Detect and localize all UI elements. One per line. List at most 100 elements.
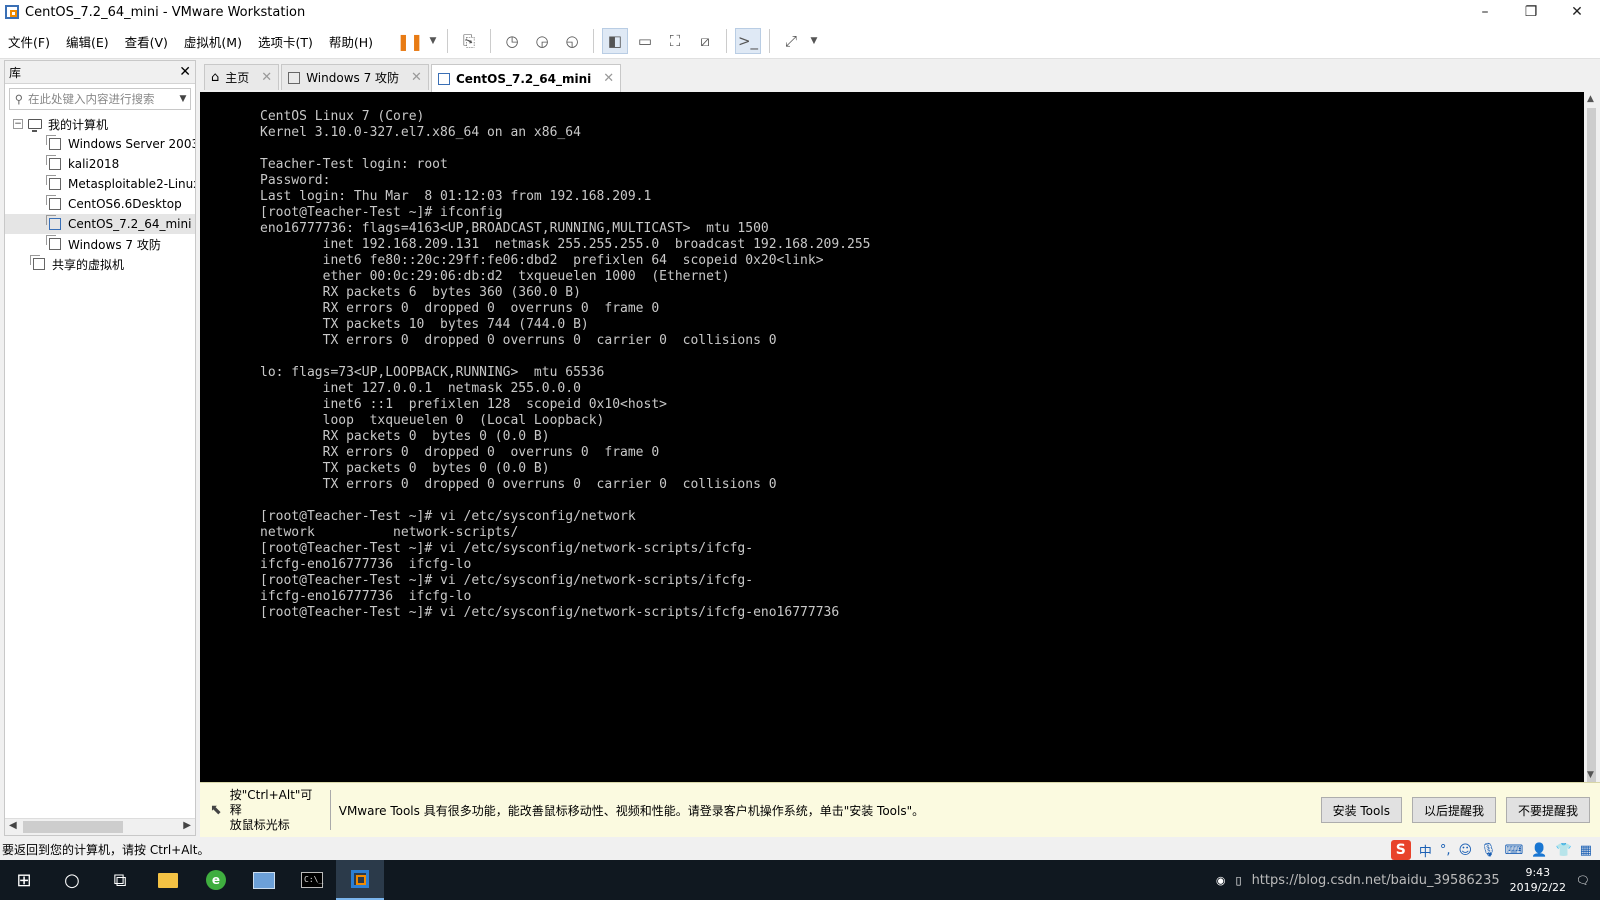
vm-icon [46, 195, 61, 210]
vmware-tools-notification: ⬉ 按"Ctrl+Alt"可释 放鼠标光标 VMware Tools 具有很多功… [200, 782, 1600, 837]
tab-close-icon[interactable]: ✕ [603, 71, 614, 86]
scroll-down-icon[interactable]: ▼ [1587, 770, 1594, 780]
tree-node-vm[interactable]: Metasploitable2-Linux [5, 174, 195, 194]
close-button[interactable]: ✕ [1554, 0, 1600, 24]
vm-icon [46, 235, 61, 250]
menu-bar: 文件(F) 编辑(E) 查看(V) 虚拟机(M) 选项卡(T) 帮助(H) ❚❚… [0, 24, 1600, 59]
punctuation-icon[interactable]: °, [1440, 843, 1451, 858]
microphone-icon[interactable]: 🎙 [1480, 843, 1497, 858]
keyboard-icon[interactable]: ⌨ [1505, 843, 1524, 858]
scroll-right-icon[interactable]: ▶ [183, 820, 191, 831]
tree-node-my-computer[interactable]: − 我的计算机 [5, 114, 195, 134]
tree-node-vm-selected[interactable]: CentOS_7.2_64_mini [5, 214, 195, 234]
stretch-dropdown-icon[interactable]: ▼ [808, 28, 820, 54]
library-close-icon[interactable]: ✕ [179, 64, 191, 80]
scrollbar-thumb[interactable] [1587, 108, 1596, 788]
vm-icon [46, 135, 61, 150]
remind-later-button[interactable]: 以后提醒我 [1411, 797, 1496, 823]
tab-windows7[interactable]: Windows 7 攻防 ✕ [281, 64, 429, 90]
notification-center-icon[interactable]: 🗨 [1576, 874, 1590, 887]
tab-strip: ⌂ 主页 ✕ Windows 7 攻防 ✕ CentOS_7.2_64_mini… [204, 64, 623, 92]
grid-icon[interactable]: ▦ [1580, 843, 1592, 858]
toolbar-divider [726, 29, 728, 53]
tab-home[interactable]: ⌂ 主页 ✕ [204, 64, 280, 90]
vm-tree: − 我的计算机 Windows Server 2003 kali2018 Met… [5, 114, 195, 274]
minimize-button[interactable]: – [1462, 0, 1508, 24]
skin-icon[interactable]: 👕 [1556, 843, 1572, 858]
pause-icon[interactable]: ❚❚ [397, 28, 424, 54]
task-view-icon[interactable]: ⧉ [96, 860, 144, 900]
snapshot-icon[interactable]: ◷ [499, 28, 525, 54]
tab-close-icon[interactable]: ✕ [411, 70, 422, 85]
search-icon[interactable]: ○ [48, 860, 96, 900]
status-text: 要返回到您的计算机，请按 Ctrl+Alt。 [2, 842, 210, 857]
tree-label: 共享的虚拟机 [52, 257, 125, 272]
menu-view[interactable]: 查看(V) [117, 32, 176, 51]
show-library-icon[interactable]: ◧ [602, 28, 629, 54]
console-vertical-scrollbar[interactable]: ▲ ▼ [1584, 92, 1600, 788]
scroll-left-icon[interactable]: ◀ [9, 820, 17, 831]
revert-snapshot-icon[interactable]: ◶ [529, 28, 555, 54]
windows-start-icon[interactable]: ⊞ [0, 860, 48, 900]
tab-close-icon[interactable]: ✕ [261, 70, 272, 85]
user-icon[interactable]: 👤 [1531, 843, 1547, 858]
vm-console[interactable]: CentOS Linux 7 (Core) Kernel 3.10.0-327.… [200, 92, 1584, 782]
system-tray: ◉ ▯ https://blog.csdn.net/baidu_39586235… [1216, 860, 1590, 900]
clock[interactable]: 9:43 2019/2/22 [1510, 865, 1566, 895]
never-remind-button[interactable]: 不要提醒我 [1505, 797, 1590, 823]
vm-running-icon [46, 215, 61, 230]
collapse-icon[interactable]: − [13, 119, 23, 129]
browser-icon[interactable]: e [192, 860, 240, 900]
scroll-up-icon[interactable]: ▲ [1587, 94, 1594, 104]
tree-node-vm[interactable]: Windows 7 攻防 [5, 234, 195, 254]
send-ctrl-alt-del-icon[interactable]: ⎘ [456, 28, 482, 54]
library-header: 库 ✕ [5, 61, 195, 84]
snapshot-manager-icon[interactable]: ◵ [559, 28, 585, 54]
window-controls: – ❐ ✕ [1462, 0, 1600, 24]
window-title: CentOS_7.2_64_mini - VMware Workstation [25, 4, 306, 20]
vm-icon [288, 71, 301, 84]
search-icon: ⚲ [14, 92, 24, 106]
menu-edit[interactable]: 编辑(E) [58, 32, 117, 51]
tree-label: CentOS6.6Desktop [68, 197, 182, 211]
ime-mode-label[interactable]: 中 [1419, 841, 1432, 860]
menu-tabs[interactable]: 选项卡(T) [250, 32, 321, 51]
tree-node-vm[interactable]: CentOS6.6Desktop [5, 194, 195, 214]
scrollbar-thumb[interactable] [23, 821, 123, 833]
tree-node-vm[interactable]: kali2018 [5, 154, 195, 174]
tab-label: 主页 [225, 71, 250, 85]
hint-line: 按"Ctrl+Alt"可释 [229, 787, 313, 817]
menu-vm[interactable]: 虚拟机(M) [176, 32, 250, 51]
library-panel: 库 ✕ ⚲ 在此处键入内容进行搜索 ▼ − 我的计算机 Windows Serv… [4, 60, 196, 836]
ime-toolbar: S 中 °, ☺ 🎙 ⌨ 👤 👕 ▦ [1390, 840, 1592, 860]
library-search-input[interactable]: ⚲ 在此处键入内容进行搜索 ▼ [9, 88, 191, 110]
status-bar: 要返回到您的计算机，请按 Ctrl+Alt。 [0, 838, 1600, 860]
vm-icon [46, 155, 61, 170]
tree-node-shared-vms[interactable]: 共享的虚拟机 [9, 254, 195, 274]
menu-file[interactable]: 文件(F) [0, 32, 58, 51]
file-explorer-icon[interactable] [144, 860, 192, 900]
library-horizontal-scrollbar[interactable]: ◀ ▶ [5, 818, 195, 835]
menu-help[interactable]: 帮助(H) [321, 32, 381, 51]
tree-node-vm[interactable]: Windows Server 2003 [5, 134, 195, 154]
terminal-icon[interactable]: C:\_ [288, 860, 336, 900]
unity-icon[interactable]: ⧄ [692, 28, 718, 54]
sogou-ime-icon[interactable]: S [1390, 840, 1411, 860]
stretch-guest-icon[interactable]: ⤢ [778, 28, 804, 54]
battery-icon[interactable]: ▯ [1236, 874, 1242, 887]
console-output: CentOS Linux 7 (Core) Kernel 3.10.0-327.… [260, 109, 871, 620]
install-tools-button[interactable]: 安装 Tools [1320, 797, 1402, 823]
full-screen-icon[interactable]: ⛶ [662, 28, 688, 54]
vmware-taskbar-icon[interactable] [336, 860, 384, 900]
chevron-down-icon[interactable]: ▼ [176, 94, 190, 104]
tray-app-icon[interactable]: ◉ [1216, 874, 1226, 887]
pause-dropdown-icon[interactable]: ▼ [427, 28, 439, 54]
tab-centos[interactable]: CentOS_7.2_64_mini ✕ [430, 64, 622, 92]
remote-desktop-icon[interactable] [240, 860, 288, 900]
maximize-button[interactable]: ❐ [1508, 0, 1554, 24]
thumbnail-bar-icon[interactable]: ▭ [632, 28, 658, 54]
toolbar-divider [769, 29, 771, 53]
console-view-icon[interactable]: >_ [735, 28, 762, 54]
home-icon: ⌂ [211, 70, 220, 85]
emoji-icon[interactable]: ☺ [1458, 843, 1472, 858]
